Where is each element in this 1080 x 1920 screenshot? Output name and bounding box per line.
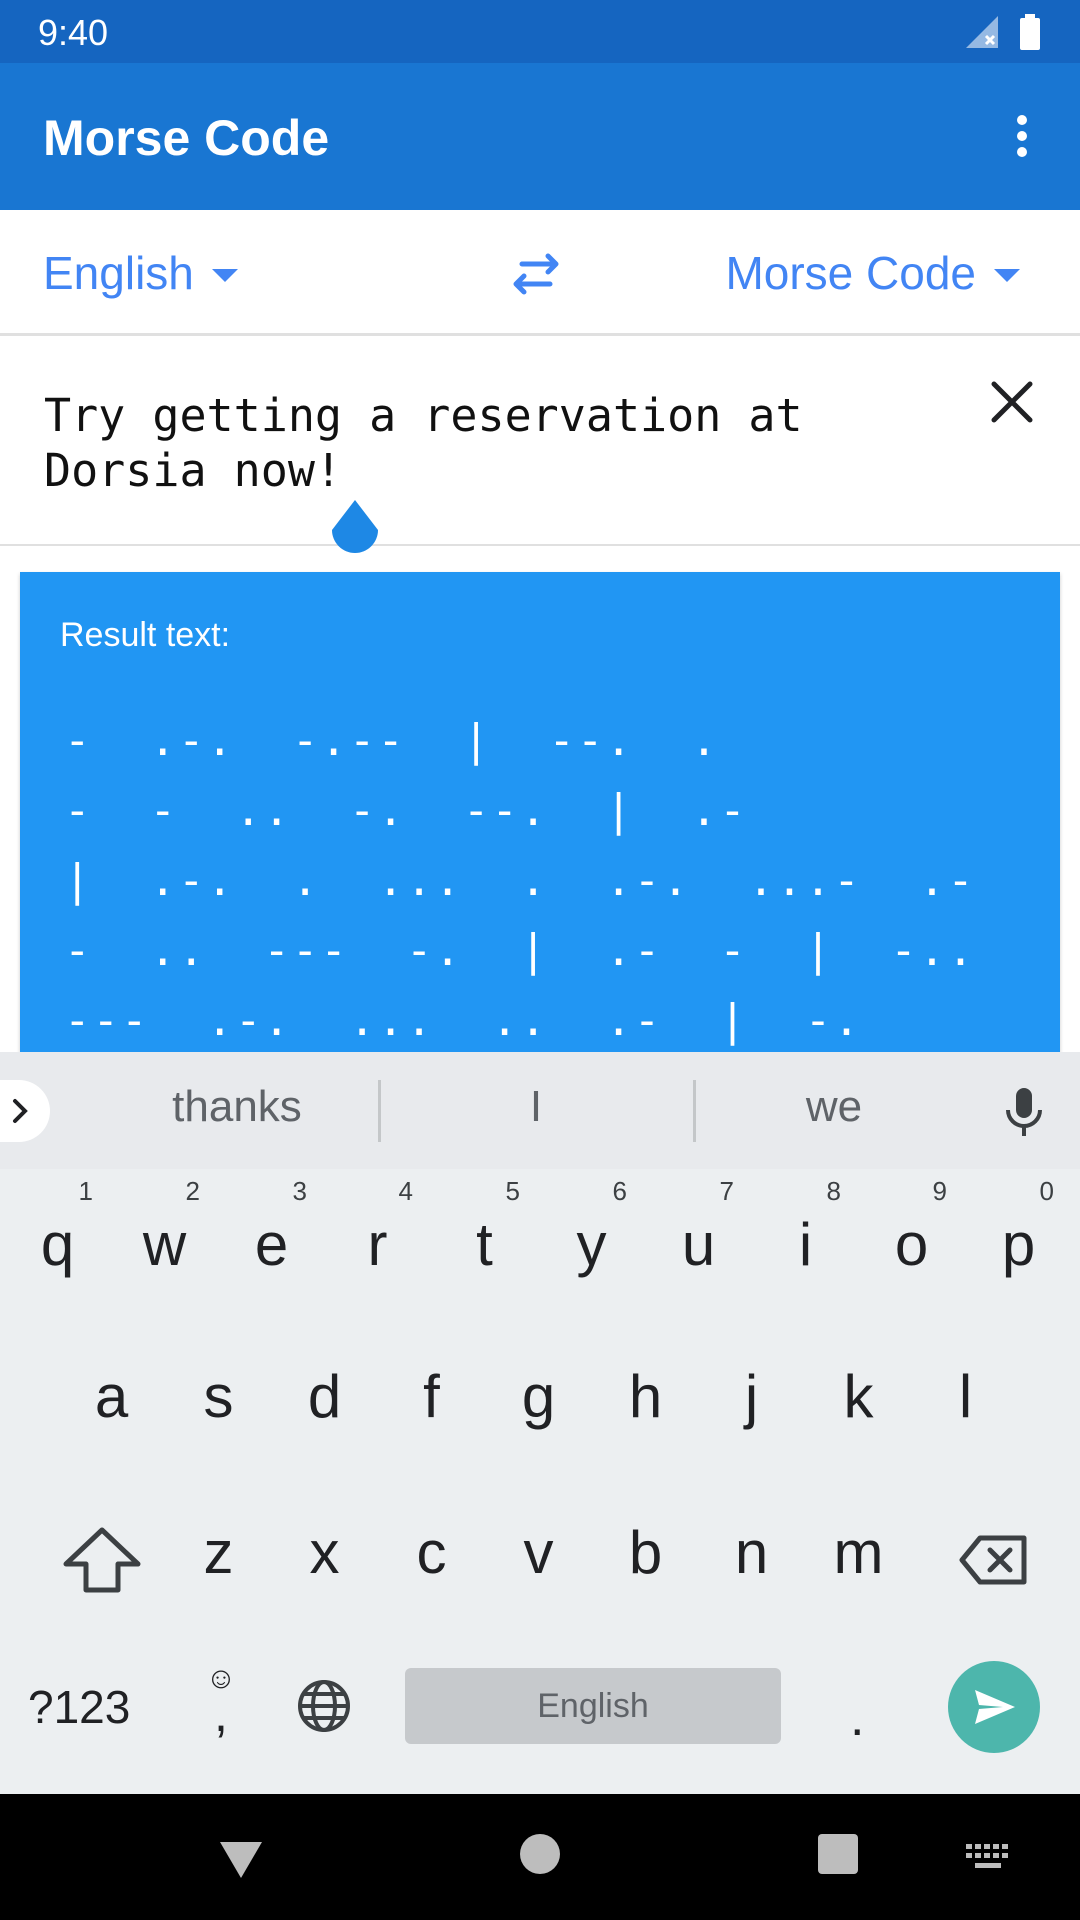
key-k[interactable]: k [805,1362,912,1431]
status-icons [964,14,1042,50]
suggestion-bar: thanks I we [0,1052,1080,1169]
key-g[interactable]: g [485,1362,592,1431]
key-f[interactable]: f [378,1362,485,1431]
space-key[interactable]: English [405,1668,781,1744]
shift-icon[interactable] [52,1520,152,1600]
key-q[interactable]: 1q [4,1176,111,1279]
suggestion-3[interactable]: we [724,1082,944,1132]
backspace-icon[interactable] [958,1530,1030,1590]
key-a[interactable]: a [58,1362,165,1431]
key-o[interactable]: 9o [858,1176,965,1279]
close-icon[interactable] [982,372,1042,432]
chevron-down-icon [211,268,238,282]
key-n[interactable]: n [698,1518,805,1587]
microphone-icon[interactable] [994,1082,1054,1142]
result-label: Result text: [60,616,231,654]
divider [693,1080,696,1142]
key-s[interactable]: s [165,1362,272,1431]
suggestion-1[interactable]: thanks [127,1082,347,1132]
key-h[interactable]: h [592,1362,699,1431]
comma-label: , [214,1686,228,1742]
key-v[interactable]: v [485,1518,592,1587]
key-w[interactable]: 2w [111,1176,218,1279]
swap-languages-icon[interactable] [508,246,564,302]
suggestion-2[interactable]: I [426,1082,646,1132]
target-language-label: Morse Code [725,247,976,299]
key-r[interactable]: 4r [324,1176,431,1279]
input-text[interactable]: Try getting a reservation at Dorsia now! [44,388,924,498]
key-y[interactable]: 6y [538,1176,645,1279]
key-d[interactable]: d [271,1362,378,1431]
page-title: Morse Code [43,110,330,166]
home-icon[interactable] [520,1834,560,1874]
status-time: 9:40 [38,12,109,53]
send-icon [975,1690,1015,1724]
input-text-area[interactable]: Try getting a reservation at Dorsia now! [0,336,1080,546]
recent-apps-icon[interactable] [818,1834,858,1874]
globe-icon[interactable] [294,1676,354,1736]
period-key[interactable]: . [850,1688,864,1748]
key-z[interactable]: z [165,1518,272,1587]
keyboard-icon[interactable] [966,1844,1010,1872]
chevron-down-icon [994,268,1020,282]
key-l[interactable]: l [912,1362,1019,1431]
expand-toolbar-button[interactable] [0,1080,50,1142]
source-language-label: English [43,247,194,299]
status-bar: 9:40 [0,0,1080,63]
key-e[interactable]: 3e [218,1176,325,1279]
symbols-key[interactable]: ?123 [28,1680,130,1734]
key-b[interactable]: b [592,1518,699,1587]
battery-icon [1020,14,1040,50]
key-u[interactable]: 7u [645,1176,752,1279]
key-t[interactable]: 5t [431,1176,538,1279]
text-cursor-handle[interactable] [328,500,382,564]
key-m[interactable]: m [805,1518,912,1587]
target-language-dropdown[interactable]: Morse Code [725,246,1020,300]
signal-icon [966,16,998,48]
source-language-dropdown[interactable]: English [43,246,238,300]
more-options-icon[interactable] [992,103,1052,169]
key-j[interactable]: j [698,1362,805,1431]
back-icon[interactable] [218,1840,264,1880]
app-bar: Morse Code [0,63,1080,210]
result-text: - .-. -.-- | --. . - - .. -. --. | .- | … [64,715,976,1046]
navigation-bar [0,1794,1080,1920]
comma-key[interactable]: ☺ , [196,1664,246,1742]
key-p[interactable]: 0p [965,1176,1072,1279]
key-c[interactable]: c [378,1518,485,1587]
chevron-right-icon [13,1099,28,1123]
key-i[interactable]: 8i [752,1176,859,1279]
key-x[interactable]: x [271,1518,378,1587]
divider [378,1080,381,1142]
send-button[interactable] [948,1661,1040,1753]
result-card: Result text: - .-. -.-- | --. . - - .. -… [20,572,1060,1052]
screen: 9:40 Morse Code English Morse Code Try g… [0,0,1080,1920]
